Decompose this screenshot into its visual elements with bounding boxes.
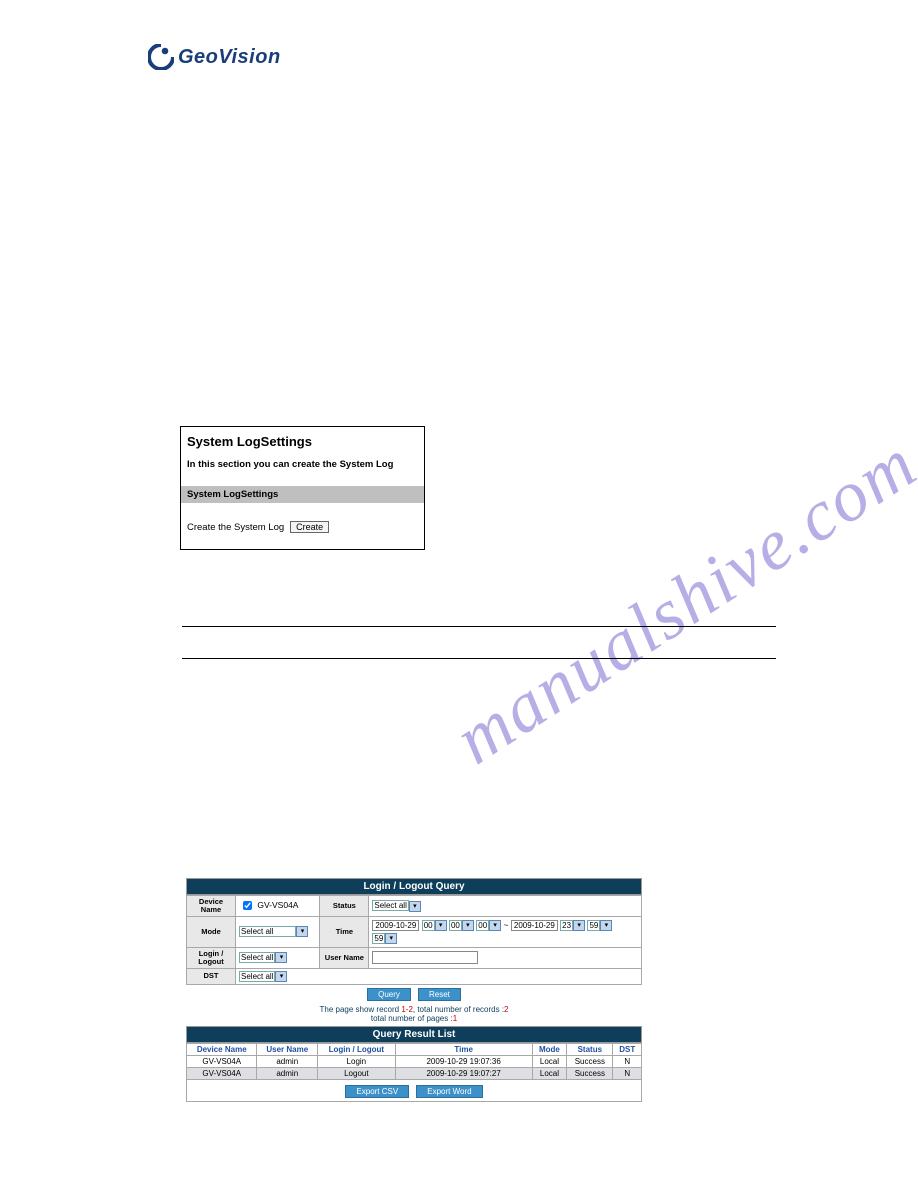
result-header: Query Result List — [186, 1026, 642, 1043]
chevron-down-icon[interactable]: ▾ — [275, 971, 287, 982]
label-device-name: Device Name — [187, 896, 236, 917]
panel-description: In this section you can create the Syste… — [181, 453, 424, 486]
watermark-text: manualshive.com — [440, 422, 918, 781]
col-dst: DST — [613, 1043, 642, 1055]
label-login-logout: Login / Logout — [187, 947, 236, 968]
query-header: Login / Logout Query — [186, 878, 642, 895]
cell-mode: Select all▾ — [236, 916, 320, 947]
cell-time: 2009-10-29 00▾ 00▾ 00▾ ~ 2009-10-29 23▾ … — [369, 916, 642, 947]
col-user: User Name — [257, 1043, 318, 1055]
export-csv-button[interactable]: Export CSV — [345, 1085, 409, 1098]
create-row-label: Create the System Log — [187, 522, 284, 533]
create-row: Create the System Log Create — [181, 503, 424, 549]
sec-to-select[interactable]: 59 — [372, 933, 385, 944]
col-device: Device Name — [187, 1043, 257, 1055]
chevron-down-icon[interactable]: ▾ — [435, 920, 447, 931]
col-action: Login / Logout — [318, 1043, 396, 1055]
col-mode: Mode — [532, 1043, 567, 1055]
chevron-down-icon[interactable]: ▾ — [296, 926, 308, 937]
hour-to-select[interactable]: 23 — [560, 920, 573, 931]
date-to-input[interactable]: 2009-10-29 — [511, 920, 558, 931]
label-dst: DST — [187, 968, 236, 984]
time-separator: ~ — [504, 920, 509, 930]
table-row: GV-VS04A admin Login 2009-10-29 19:07:36… — [187, 1055, 642, 1067]
export-row: Export CSV Export Word — [186, 1080, 642, 1102]
record-summary: The page show record 1-2, total number o… — [186, 1004, 642, 1026]
label-status: Status — [320, 896, 369, 917]
device-checkbox-label: GV-VS04A — [257, 900, 298, 910]
hour-from-select[interactable]: 00 — [422, 920, 435, 931]
query-button[interactable]: Query — [367, 988, 411, 1001]
chevron-down-icon[interactable]: ▾ — [275, 952, 287, 963]
min-from-select[interactable]: 00 — [449, 920, 462, 931]
cell-dst: Select all▾ — [236, 968, 642, 984]
cell-device-name: GV-VS04A — [236, 896, 320, 917]
table-row: GV-VS04A admin Logout 2009-10-29 19:07:2… — [187, 1067, 642, 1079]
export-word-button[interactable]: Export Word — [416, 1085, 482, 1098]
cell-user-name — [369, 947, 642, 968]
panel-section-bar: System LogSettings — [181, 486, 424, 503]
query-result-table: Device Name User Name Login / Logout Tim… — [186, 1043, 642, 1080]
chevron-down-icon[interactable]: ▾ — [385, 933, 397, 944]
reset-button[interactable]: Reset — [418, 988, 461, 1001]
col-status: Status — [567, 1043, 613, 1055]
chevron-down-icon[interactable]: ▾ — [409, 901, 421, 912]
system-log-settings-panel: System LogSettings In this section you c… — [180, 426, 425, 550]
status-select[interactable]: Select all — [372, 900, 408, 911]
min-to-select[interactable]: 59 — [587, 920, 600, 931]
create-button[interactable]: Create — [290, 521, 329, 533]
panel-title: System LogSettings — [181, 427, 424, 453]
sec-from-select[interactable]: 00 — [476, 920, 489, 931]
col-time: Time — [395, 1043, 532, 1055]
label-mode: Mode — [187, 916, 236, 947]
label-time: Time — [320, 916, 369, 947]
chevron-down-icon[interactable]: ▾ — [573, 920, 585, 931]
divider — [182, 658, 776, 659]
chevron-down-icon[interactable]: ▾ — [462, 920, 474, 931]
divider — [182, 626, 776, 627]
login-logout-select[interactable]: Select all — [239, 952, 275, 963]
result-header-row: Device Name User Name Login / Logout Tim… — [187, 1043, 642, 1055]
date-from-input[interactable]: 2009-10-29 — [372, 920, 419, 931]
mode-select[interactable]: Select all — [239, 926, 296, 937]
logo-icon — [148, 44, 174, 70]
query-button-row: Query Reset — [186, 985, 642, 1004]
dst-select[interactable]: Select all — [239, 971, 275, 982]
logo-text-a: Geo — [178, 46, 218, 68]
logo-text-b: Vision — [218, 46, 280, 68]
chevron-down-icon[interactable]: ▾ — [600, 920, 612, 931]
query-criteria-table: Device Name GV-VS04A Status Select all▾ … — [186, 895, 642, 985]
chevron-down-icon[interactable]: ▾ — [489, 920, 501, 931]
cell-status: Select all▾ — [369, 896, 642, 917]
logo-text: GeoVision — [178, 46, 281, 69]
login-logout-query-panel: Login / Logout Query Device Name GV-VS04… — [186, 878, 642, 1102]
brand-logo: GeoVision — [148, 44, 281, 70]
device-checkbox[interactable] — [243, 901, 252, 910]
label-user-name: User Name — [320, 947, 369, 968]
user-name-input[interactable] — [372, 951, 478, 964]
cell-login-logout: Select all▾ — [236, 947, 320, 968]
